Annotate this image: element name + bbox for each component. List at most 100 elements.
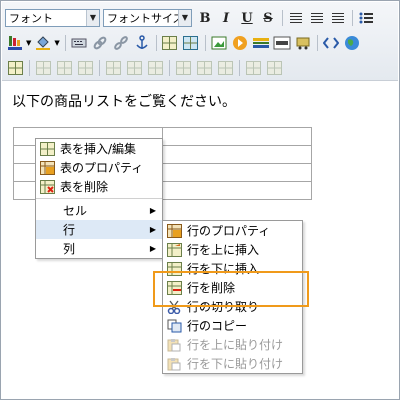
menu-item-row-properties[interactable]: 行のプロパティ	[163, 221, 302, 240]
table-properties-icon	[39, 160, 55, 176]
bullet-list-button[interactable]	[356, 8, 376, 28]
insert-row-before-button[interactable]	[103, 58, 123, 78]
font-size-select[interactable]: フォントサイズ ▼	[103, 9, 192, 27]
table-cell[interactable]	[162, 127, 312, 146]
table-insert-button[interactable]	[160, 33, 180, 53]
menu-item-column[interactable]: 列 ▶	[36, 239, 162, 258]
preview-button[interactable]	[342, 33, 362, 53]
toolbar-separator	[155, 35, 157, 51]
strikethrough-button[interactable]: S	[258, 8, 278, 28]
delete-row-icon	[147, 61, 163, 75]
align-center-icon	[311, 12, 323, 24]
source-code-button[interactable]	[321, 33, 341, 53]
menu-item-insert-row-above[interactable]: 行を上に挿入	[163, 240, 302, 259]
background-color-button[interactable]	[33, 33, 53, 53]
keyboard-button[interactable]	[69, 33, 89, 53]
horizontal-rule-button[interactable]	[251, 33, 271, 53]
media-icon	[232, 36, 247, 50]
table-cell[interactable]	[162, 181, 312, 200]
table-edit-button[interactable]	[181, 33, 201, 53]
toolbar-separator	[64, 35, 66, 51]
split-cells-button[interactable]	[243, 58, 263, 78]
menu-item-label: 列	[63, 242, 76, 256]
menu-item-label: 表を挿入/編集	[60, 142, 137, 156]
anchor-icon	[136, 35, 148, 49]
menu-item-table-properties[interactable]: 表のプロパティ	[36, 158, 162, 177]
align-left-icon	[290, 12, 302, 24]
toolbar-row-3	[5, 57, 285, 79]
bullet-list-icon	[359, 12, 373, 24]
font-select[interactable]: フォント ▼	[5, 9, 100, 27]
delete-col-button[interactable]	[215, 58, 235, 78]
delete-row-button[interactable]	[145, 58, 165, 78]
align-right-button[interactable]	[328, 8, 348, 28]
underline-button[interactable]: U	[237, 8, 257, 28]
menu-item-paste-row-above[interactable]: 行を上に貼り付け	[163, 335, 302, 354]
menu-item-label: 行を上に挿入	[187, 243, 260, 257]
anchor-button[interactable]	[132, 33, 152, 53]
toolbar-separator	[204, 35, 206, 51]
toolbar-row-1: フォント ▼ フォントサイズ ▼ B I U S	[5, 7, 377, 29]
chevron-down-icon[interactable]: ▼	[26, 39, 31, 47]
align-left-button[interactable]	[286, 8, 306, 28]
link-icon	[93, 36, 107, 50]
menu-item-label: 表のプロパティ	[60, 161, 144, 175]
insert-row-before-icon	[166, 242, 182, 258]
row-properties-icon	[35, 61, 51, 75]
keyboard-icon	[71, 38, 87, 48]
text-color-button[interactable]	[5, 33, 25, 53]
horizontal-rule-icon	[252, 38, 269, 48]
toolbar-separator	[169, 60, 170, 76]
cart-button[interactable]	[293, 33, 313, 53]
bold-button[interactable]: B	[195, 8, 215, 28]
menu-item-delete-table[interactable]: 表を削除	[36, 177, 162, 196]
delete-table-icon	[77, 61, 93, 75]
menu-item-cell[interactable]: セル ▶	[36, 201, 162, 220]
menu-item-label: 行	[63, 223, 76, 237]
menu-item-label: 行のコピー	[187, 319, 248, 333]
cell-props-button[interactable]	[54, 58, 74, 78]
chevron-down-icon: ▼	[86, 10, 99, 26]
row-props-button[interactable]	[33, 58, 53, 78]
italic-button[interactable]: I	[216, 8, 236, 28]
image-icon	[211, 36, 227, 50]
menu-item-label: セル	[63, 204, 88, 218]
chevron-down-icon[interactable]: ▼	[54, 39, 59, 47]
special-char-button[interactable]	[272, 33, 292, 53]
source-code-icon	[322, 37, 339, 49]
media-button[interactable]	[230, 33, 250, 53]
image-button[interactable]	[209, 33, 229, 53]
table-cell[interactable]	[162, 163, 312, 182]
delete-table-icon	[39, 179, 55, 195]
table-menu-button[interactable]	[5, 58, 25, 78]
editor-toolbar: フォント ▼ フォントサイズ ▼ B I U S ▼ ▼	[2, 2, 398, 81]
toolbar-separator	[99, 60, 100, 76]
link-button[interactable]	[90, 33, 110, 53]
cell-properties-icon	[56, 61, 72, 75]
insert-col-after-button[interactable]	[194, 58, 214, 78]
font-size-select-value: フォントサイズ	[107, 12, 184, 25]
paste-icon	[166, 337, 182, 353]
submenu-arrow-icon: ▶	[149, 244, 156, 253]
merge-cells-button[interactable]	[264, 58, 284, 78]
menu-item-row[interactable]: 行 ▶	[36, 220, 162, 239]
copy-icon	[166, 318, 182, 334]
menu-item-paste-row-below[interactable]: 行を下に貼り付け	[163, 354, 302, 373]
menu-item-insert-edit-table[interactable]: 表を挿入/編集	[36, 139, 162, 158]
delete-table-button[interactable]	[75, 58, 95, 78]
paste-icon	[166, 356, 182, 372]
table-cell[interactable]	[162, 145, 312, 164]
row-properties-icon	[166, 223, 182, 239]
insert-col-before-button[interactable]	[173, 58, 193, 78]
font-select-value: フォント	[9, 12, 53, 25]
menu-item-copy-row[interactable]: 行のコピー	[163, 316, 302, 335]
menu-item-label: 行を上に貼り付け	[187, 338, 284, 352]
insert-row-after-button[interactable]	[124, 58, 144, 78]
insert-column-after-icon	[196, 61, 212, 75]
table-icon	[39, 141, 55, 157]
menu-item-label: 表を削除	[60, 180, 109, 194]
chevron-down-icon: ▼	[178, 10, 191, 26]
align-center-button[interactable]	[307, 8, 327, 28]
toolbar-separator	[316, 35, 318, 51]
unlink-button[interactable]	[111, 33, 131, 53]
